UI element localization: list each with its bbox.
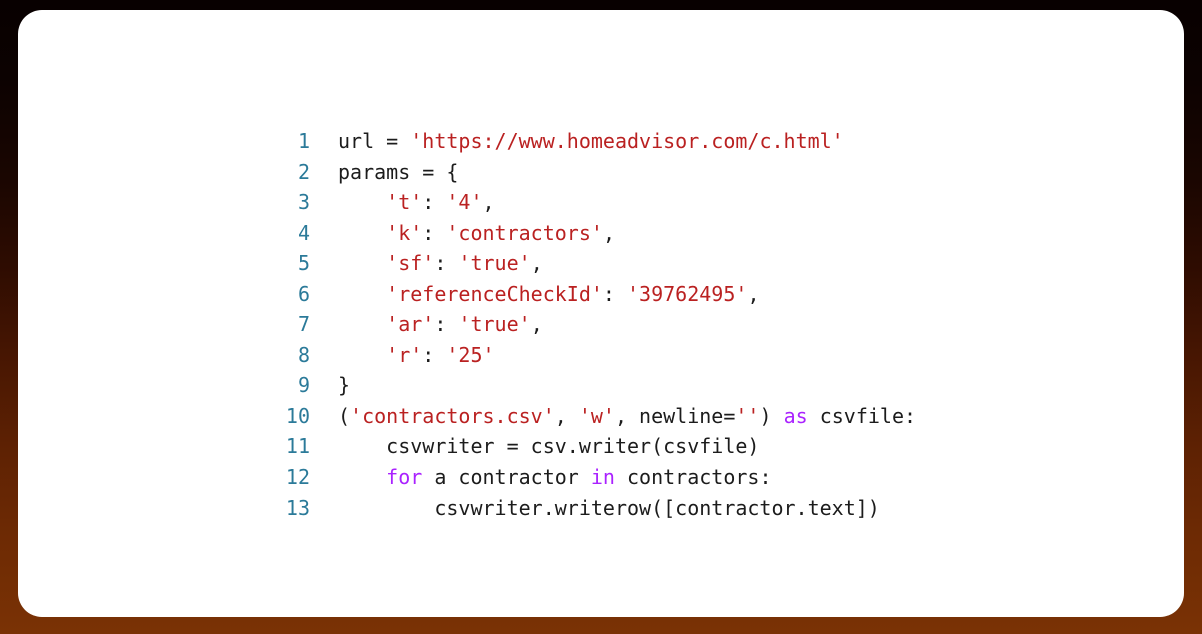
code-token-plain: , xyxy=(747,281,760,306)
code-line: 11 csvwriter = csv.writer(csvfile) xyxy=(270,431,916,462)
code-line-text: 'referenceCheckId': '39762495', xyxy=(338,279,759,310)
line-number: 11 xyxy=(285,434,310,459)
code-line-text: params = { xyxy=(338,157,458,188)
code-token-plain: : xyxy=(422,342,447,367)
code-line: 2 params = { xyxy=(270,157,916,188)
code-token-plain: url = xyxy=(338,129,411,153)
code-token-plain: a contractor xyxy=(422,465,591,490)
code-token-plain: , xyxy=(530,312,543,337)
code-token-plain: , xyxy=(482,190,495,215)
code-token-plain: : xyxy=(602,281,628,306)
line-number: 5 xyxy=(297,251,310,276)
code-token-string: '4' xyxy=(446,190,483,215)
code-card: 1 url = 'https://www.homeadvisor.com/c.ht… xyxy=(18,10,1184,617)
code-token-string: 'true' xyxy=(458,312,531,337)
code-token-plain: : xyxy=(422,220,447,245)
code-token-plain: , xyxy=(530,251,543,276)
code-token-plain: csvwriter = csv.writer(csvfile) xyxy=(338,434,760,459)
code-line: 6 'referenceCheckId': '39762495', xyxy=(270,279,916,310)
line-number: 12 xyxy=(285,465,310,490)
code-line-text: ('contractors.csv', 'w', newline='') as … xyxy=(338,401,916,432)
line-number: 1 xyxy=(297,129,310,153)
code-token-plain: contractors: xyxy=(614,465,772,490)
code-token-string: '39762495' xyxy=(627,281,748,306)
line-number: 4 xyxy=(297,220,310,245)
code-line: 12 for a contractor in contractors: xyxy=(270,462,916,493)
code-token-plain: : xyxy=(434,312,459,337)
code-token-string: 'contractors' xyxy=(446,220,603,245)
code-line: 4 'k': 'contractors', xyxy=(270,218,916,249)
line-number: 3 xyxy=(297,190,310,215)
code-line: 8 'r': '25' xyxy=(270,340,916,371)
code-token-plain: : xyxy=(434,251,459,276)
code-token-string: 't' xyxy=(386,190,423,215)
code-token-string: 'ar' xyxy=(386,312,435,337)
code-token-string: 'true' xyxy=(458,251,531,276)
screenshot-frame: 1 url = 'https://www.homeadvisor.com/c.ht… xyxy=(0,0,1202,634)
code-token-string: 'referenceCheckId' xyxy=(386,281,603,306)
code-token-plain: ( xyxy=(338,403,351,428)
code-line: 10 ('contractors.csv', 'w', newline='') a… xyxy=(270,401,916,432)
code-line: 7 'ar': 'true', xyxy=(270,309,916,340)
code-token-string: 'https://www.homeadvisor.com/c.html' xyxy=(410,129,844,153)
line-number: 8 xyxy=(297,342,310,367)
line-number: 9 xyxy=(297,373,310,398)
code-line: 3 't': '4', xyxy=(270,187,916,218)
code-line-text: csvwriter.writerow([contractor.text]) xyxy=(338,493,880,524)
code-line-text: 'sf': 'true', xyxy=(338,248,543,279)
line-number: 7 xyxy=(297,312,310,337)
code-line-text: url = 'https://www.homeadvisor.com/c.htm… xyxy=(338,126,844,157)
code-token-string: 'sf' xyxy=(386,251,435,276)
code-line-text: csvwriter = csv.writer(csvfile) xyxy=(338,431,759,462)
code-token-keyword: as xyxy=(783,403,808,428)
code-line-text: for a contractor in contractors: xyxy=(338,462,772,493)
code-line-text: } xyxy=(338,370,350,401)
code-token-string: 'contractors.csv' xyxy=(350,403,555,428)
code-token-string: '25' xyxy=(446,342,495,367)
line-number: 2 xyxy=(297,159,310,184)
line-number: 13 xyxy=(285,495,310,520)
code-line-text: 'k': 'contractors', xyxy=(338,218,615,249)
code-token-keyword: for xyxy=(386,465,423,490)
code-token-plain: csvfile: xyxy=(807,403,917,428)
code-token-plain: ) xyxy=(759,403,784,428)
code-token-plain: , newline= xyxy=(614,403,736,428)
code-token-plain: , xyxy=(602,220,615,245)
code-line: 9} xyxy=(270,370,916,401)
code-token-string: '' xyxy=(735,403,760,428)
code-line-text: 'r': '25' xyxy=(338,340,495,371)
code-token-plain: csvwriter.writerow([contractor.text]) xyxy=(338,495,880,520)
code-line-text: 't': '4', xyxy=(338,187,495,218)
line-number: 10 xyxy=(285,403,310,428)
code-token-string: 'w' xyxy=(578,403,615,428)
code-token-plain: } xyxy=(338,373,351,398)
code-token-string: 'k' xyxy=(386,220,423,245)
code-line: 1 url = 'https://www.homeadvisor.com/c.ht… xyxy=(270,126,916,157)
code-line: 13 csvwriter.writerow([contractor.text]) xyxy=(270,493,916,524)
line-number: 6 xyxy=(297,281,310,306)
code-token-plain: params = { xyxy=(338,159,459,184)
code-token-string: 'r' xyxy=(386,342,423,367)
code-token-keyword: in xyxy=(590,465,615,490)
code-token-plain: , xyxy=(554,403,579,428)
code-line: 5 'sf': 'true', xyxy=(270,248,916,279)
code-line-text: 'ar': 'true', xyxy=(338,309,543,340)
code-token-plain: : xyxy=(422,190,447,215)
code-block[interactable]: 1 url = 'https://www.homeadvisor.com/c.ht… xyxy=(270,126,916,523)
